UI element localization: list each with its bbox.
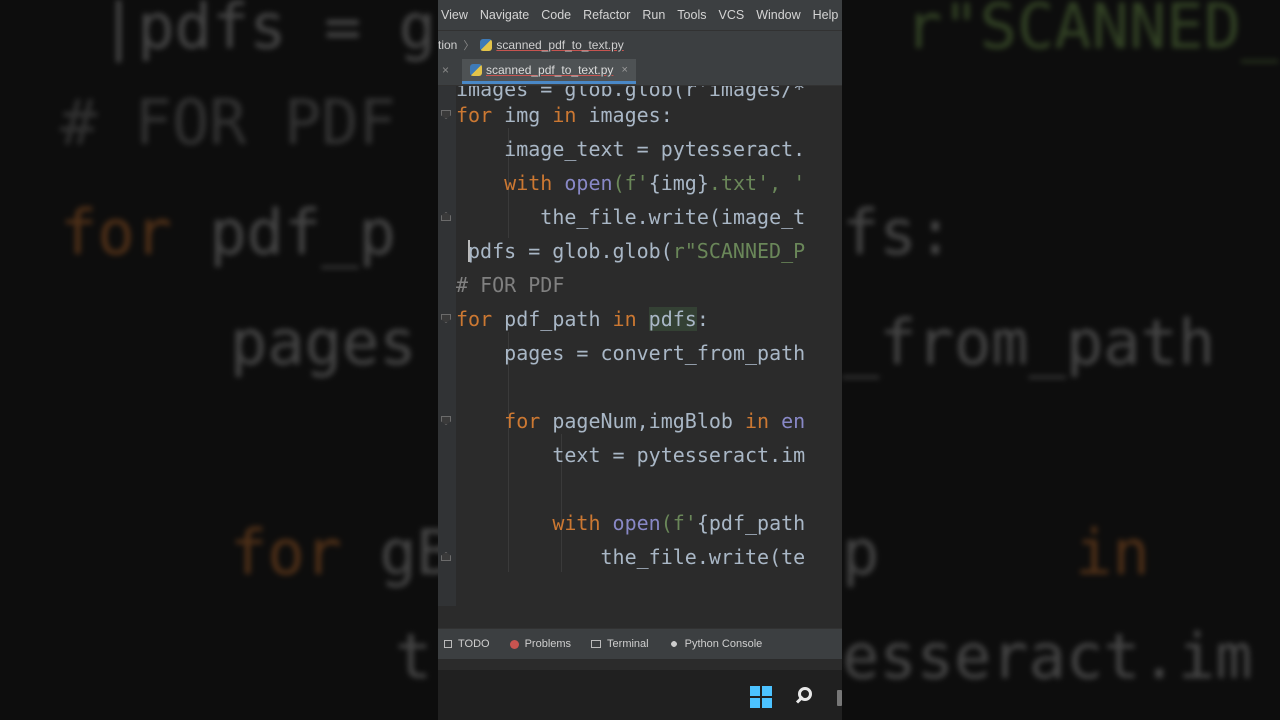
menu-tools[interactable]: Tools [677,8,706,22]
code-line: pages = convert_from_path [456,340,805,366]
code-line: text = pytesseract.im [456,442,805,468]
python-console-label: Python Console [684,638,763,650]
code-token: open [564,171,613,195]
taskbar-app-icon[interactable] [837,690,842,706]
breadcrumb-file[interactable]: scanned_pdf_to_text.py [496,38,623,52]
menu-vcs[interactable]: VCS [718,8,744,22]
terminal-tool-button[interactable]: Terminal [591,638,649,650]
code-token: images: [588,103,673,127]
todo-label: TODO [458,638,490,650]
fold-marker-icon[interactable] [441,552,451,561]
fold-marker-icon[interactable] [441,212,451,221]
python-file-icon [480,39,493,51]
code-token: (f' [660,511,697,535]
code-token: {pdf_path [696,511,806,535]
code-token: {img} [648,171,709,195]
menu-run[interactable]: Run [642,8,665,22]
code-token: text = pytesseract.im [456,443,806,467]
fold-marker-icon[interactable] [441,110,451,119]
code-token: en [781,409,806,433]
close-icon[interactable]: × [442,63,449,77]
problems-label: Problems [524,638,572,650]
code-line: the_file.write(image_t [456,204,805,230]
code-token: open [612,511,661,535]
tab-label: scanned_pdf_to_text.py [486,63,614,77]
windows-start-icon[interactable] [750,686,772,708]
menu-bar: View Navigate Code Refactor Run Tools VC… [438,0,842,30]
code-token: for [504,409,553,433]
menu-refactor[interactable]: Refactor [583,8,630,22]
code-token: with [504,171,565,195]
code-token: the_file.write(image_t [456,205,806,229]
menu-navigate[interactable]: Navigate [480,8,529,22]
code-token: pdf_path [504,307,613,331]
todo-icon [444,640,452,648]
code-line: with open(f'{img}.txt', ' [456,170,805,196]
code-editor[interactable]: images = glob.glob(r'images/* for img in … [438,86,842,606]
tab-scanned-pdf-to-text[interactable]: scanned_pdf_to_text.py × [462,59,636,84]
code-line: for img in images: [456,102,673,128]
python-console-icon [668,639,679,649]
code-token: pageNum,imgBlob [552,409,745,433]
problems-tool-button[interactable]: Problems [509,638,572,650]
search-icon[interactable] [795,686,818,708]
error-icon [509,639,519,649]
background-dim-left [0,0,438,720]
code-line: image_text = pytesseract. [456,136,805,162]
code-area[interactable]: images = glob.glob(r'images/* for img in … [456,86,842,606]
code-token: in [612,307,649,331]
menu-window[interactable]: Window [756,8,800,22]
code-token: pdfs [648,307,697,331]
code-token: image_text = pytesseract. [456,137,806,161]
background-dim-right [842,0,1280,720]
menu-help[interactable]: Help [813,8,839,22]
python-file-icon [470,64,482,76]
code-token: , ' [769,171,806,195]
code-token: pages = convert_from_path [456,341,806,365]
code-token: with [552,511,613,535]
code-token: .txt' [708,171,770,195]
code-token: (f' [612,171,649,195]
editor-tab-bar: × scanned_pdf_to_text.py × [438,59,842,86]
terminal-icon [591,640,602,648]
fold-marker-icon[interactable] [441,314,451,323]
code-line: pdfs = glob.glob(r"SCANNED_P [468,238,805,264]
navigation-bar: tion 〉 scanned_pdf_to_text.py [438,30,842,60]
python-console-tool-button[interactable]: Python Console [668,638,763,650]
code-token: in [745,409,782,433]
code-line: images = glob.glob(r'images/* [456,86,805,102]
breadcrumb-separator-icon: 〉 [463,40,475,52]
windows-taskbar [438,670,842,720]
code-line: for pdf_path in pdfs: [456,306,709,332]
code-line: # FOR PDF [456,272,564,298]
tab-close-icon[interactable]: × [621,64,627,76]
code-token: for [456,307,505,331]
code-token: for [456,103,505,127]
code-token: pdfs = glob.glob( [468,239,673,263]
ide-window: View Navigate Code Refactor Run Tools VC… [438,0,842,720]
code-line: for pageNum,imgBlob in en [456,408,805,434]
code-token: r"SCANNED_P [672,239,806,263]
code-token: img [504,103,553,127]
fold-marker-icon[interactable] [441,416,451,425]
code-token: images = glob.glob(r'images/* [456,86,806,101]
tool-window-bar: TODO Problems Terminal Python Console [438,628,842,659]
breadcrumb-project[interactable]: tion [438,38,457,52]
menu-code[interactable]: Code [541,8,571,22]
todo-tool-button[interactable]: TODO [444,638,490,650]
code-line: with open(f'{pdf_path [456,510,805,536]
code-token: the_file.write(te [456,545,806,569]
code-token: # FOR PDF [456,273,565,297]
code-token: in [552,103,589,127]
terminal-label: Terminal [607,638,649,650]
editor-gutter [438,86,456,606]
code-line: the_file.write(te [456,544,805,570]
code-token: : [696,307,709,331]
menu-view[interactable]: View [441,8,468,22]
